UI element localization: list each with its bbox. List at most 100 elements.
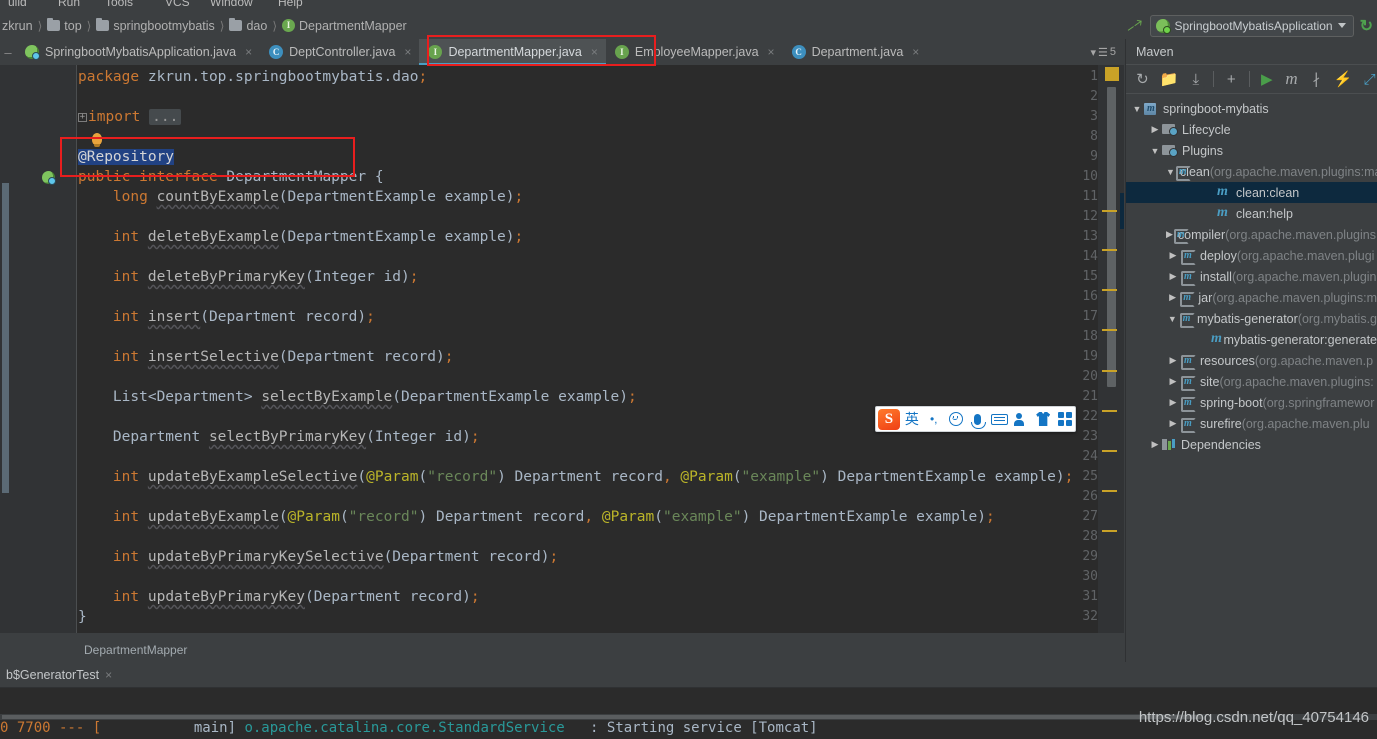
twisty-icon[interactable]: ▼ xyxy=(1148,146,1162,156)
warning-marker xyxy=(1102,530,1117,532)
maven-tree-row[interactable]: ▶ Dependencies xyxy=(1126,434,1377,455)
maven-tree-row[interactable]: clean:clean xyxy=(1126,182,1377,203)
inspection-status-icon[interactable] xyxy=(1105,67,1119,81)
twisty-icon[interactable]: ▶ xyxy=(1148,124,1162,135)
fold-icon[interactable]: + xyxy=(78,112,87,122)
code-text[interactable]: package zkrun.top.springbootmybatis.dao;… xyxy=(78,65,1098,633)
editor-breadcrumb-bar: DepartmentMapper xyxy=(0,637,1124,662)
scrollbar-thumb[interactable] xyxy=(1107,87,1116,387)
twisty-icon[interactable]: ▼ xyxy=(1166,314,1179,324)
breadcrumb-item-top[interactable]: top xyxy=(45,18,83,33)
maven-tree-row[interactable]: ▶ deploy (org.apache.maven.plugi xyxy=(1126,245,1377,266)
maven-tree-row[interactable]: ▼clean (org.apache.maven.plugins:maven-c… xyxy=(1126,161,1377,182)
add-maven-project-icon[interactable]: + xyxy=(1224,70,1239,89)
maven-tree-row[interactable]: ▶ install (org.apache.maven.plugin xyxy=(1126,266,1377,287)
maven-tree-row[interactable]: ▶ Lifecycle xyxy=(1126,119,1377,140)
breadcrumb-separator: ⟩ xyxy=(272,18,278,33)
download-sources-icon[interactable]: ⤓ xyxy=(1188,70,1203,89)
reimport-icon[interactable]: ↻ xyxy=(1135,70,1150,89)
breadcrumb-item-dao[interactable]: dao xyxy=(227,18,269,33)
twisty-icon[interactable]: ▶ xyxy=(1166,271,1180,282)
punctuation-button[interactable]: •, xyxy=(924,409,944,429)
code-line-21: List<Department> selectByExample(Departm… xyxy=(78,389,637,405)
twisty-icon[interactable]: ▶ xyxy=(1166,418,1180,429)
maven-tree-row[interactable]: clean:help xyxy=(1126,203,1377,224)
breadcrumb-item-departmentmapper[interactable]: I DepartmentMapper xyxy=(280,19,409,33)
twisty-icon[interactable]: ▶ xyxy=(1166,355,1180,366)
close-icon[interactable]: × xyxy=(245,45,252,59)
rerun-icon[interactable]: ↻ xyxy=(1360,16,1373,36)
twisty-icon[interactable]: ▼ xyxy=(1130,104,1144,114)
collapse-icon[interactable]: – xyxy=(0,39,16,65)
run-tab-generatortest[interactable]: b$GeneratorTest × xyxy=(0,668,118,682)
close-icon[interactable]: × xyxy=(404,45,411,59)
menu-item-vcs[interactable]: VCS xyxy=(165,0,190,9)
user-center-button[interactable] xyxy=(1011,409,1031,429)
maven-tree-row[interactable]: ▼ Plugins xyxy=(1126,140,1377,161)
maven-tree-row[interactable]: ▶ compiler (org.apache.maven.plugins: xyxy=(1126,224,1377,245)
language-mode-button[interactable]: 英 xyxy=(902,409,922,429)
tab-departmentmapper[interactable]: I DepartmentMapper.java × xyxy=(419,39,607,65)
twisty-icon[interactable]: ▶ xyxy=(1166,376,1180,387)
skin-button[interactable] xyxy=(1033,409,1053,429)
tab-deptcontroller[interactable]: C DeptController.java × xyxy=(260,39,420,65)
tab-employeemapper[interactable]: I EmployeeMapper.java × xyxy=(605,39,783,65)
twisty-icon[interactable]: ▶ xyxy=(1148,439,1162,450)
maven-goal-icon xyxy=(1210,331,1221,347)
maven-tree-row[interactable]: ▶ jar (org.apache.maven.plugins:m xyxy=(1126,287,1377,308)
spring-bean-gutter-icon[interactable] xyxy=(42,171,56,185)
twisty-icon[interactable]: ▶ xyxy=(1166,292,1179,303)
warning-marker xyxy=(1102,210,1117,212)
execute-maven-goal-icon[interactable]: m xyxy=(1284,69,1299,89)
toolbox-button[interactable] xyxy=(1055,409,1075,429)
twisty-icon[interactable]: ▶ xyxy=(1166,229,1173,240)
maven-node-label: clean:clean xyxy=(1236,185,1300,200)
scrollbar-thumb[interactable] xyxy=(2,715,1202,719)
sogou-ime-toolbar[interactable]: S 英 •, xyxy=(875,406,1076,432)
maven-tree-row[interactable]: ▶ surefire (org.apache.maven.plu xyxy=(1126,413,1377,434)
run-configuration-selector[interactable]: SpringbootMybatisApplication xyxy=(1149,14,1354,37)
maven-tree-row[interactable]: ▼ springboot-mybatis xyxy=(1126,98,1377,119)
selected-annotation: @Repository xyxy=(78,149,175,165)
maven-tree-row[interactable]: mybatis-generator:generate xyxy=(1126,329,1377,350)
close-icon[interactable]: × xyxy=(768,45,775,59)
twisty-icon[interactable]: ▶ xyxy=(1166,397,1180,408)
generate-sources-icon[interactable]: 📁 xyxy=(1160,70,1179,89)
twisty-icon[interactable]: ▶ xyxy=(1166,250,1180,261)
code-line-31: int updateByPrimaryKey(Department record… xyxy=(112,589,480,605)
menu-item-help[interactable]: Help xyxy=(278,0,303,9)
maven-tree-row[interactable]: ▶ resources (org.apache.maven.p xyxy=(1126,350,1377,371)
run-maven-build-icon[interactable]: ▶ xyxy=(1259,70,1274,89)
maven-tree-row[interactable]: ▶ site (org.apache.maven.plugins: xyxy=(1126,371,1377,392)
toggle-skip-tests-icon[interactable]: ∤ xyxy=(1309,70,1324,89)
close-icon[interactable]: × xyxy=(591,45,598,59)
tab-overflow-button[interactable]: ▾ ☰ 5 xyxy=(1090,39,1124,65)
close-icon[interactable]: × xyxy=(912,45,919,59)
maven-tree-row[interactable]: ▼ mybatis-generator (org.mybatis.g xyxy=(1126,308,1377,329)
maven-tree-row[interactable]: ▶ spring-boot (org.springframewor xyxy=(1126,392,1377,413)
tab-springbootmybatisapplication[interactable]: SpringbootMybatisApplication.java × xyxy=(16,39,261,65)
menu-item-build[interactable]: uild xyxy=(8,0,27,9)
menu-item-window[interactable]: Window xyxy=(210,0,253,9)
voice-input-button[interactable] xyxy=(968,409,988,429)
editor-gutter[interactable] xyxy=(12,65,76,633)
close-icon[interactable]: × xyxy=(105,668,112,682)
editor-markup-scrollbar[interactable] xyxy=(1098,65,1124,633)
folded-imports[interactable]: ... xyxy=(149,109,182,125)
menu-item-run[interactable]: Run xyxy=(58,0,80,9)
soft-keyboard-button[interactable] xyxy=(989,409,1009,429)
maven-project-tree[interactable]: ▼springboot-mybatis▶Lifecycle▼Plugins▼cl… xyxy=(1126,94,1377,654)
back-arrow-icon[interactable]: ⤍ xyxy=(1121,12,1146,38)
breadcrumb-item-springbootmybatis[interactable]: springbootmybatis xyxy=(94,18,216,33)
emoji-button[interactable] xyxy=(946,409,966,429)
sogou-logo-icon[interactable]: S xyxy=(878,408,900,430)
menu-item-tools[interactable]: Tools xyxy=(105,0,133,9)
twisty-icon[interactable]: ▼ xyxy=(1166,167,1175,177)
editor-breadcrumb-label[interactable]: DepartmentMapper xyxy=(84,643,187,657)
breadcrumb-item-zkrun[interactable]: zkrun xyxy=(0,19,35,33)
expand-all-icon[interactable]: ⤢ xyxy=(1362,70,1377,89)
run-tool-window: b$GeneratorTest × 0 7700 --- [ main] o.a… xyxy=(0,662,1377,739)
code-editor[interactable]: 1 2 3 8 9 10 11 12 13 14 15 16 17 18 19 … xyxy=(0,65,1124,633)
toggle-offline-mode-icon[interactable]: ⚡ xyxy=(1334,70,1353,89)
tab-department[interactable]: C Department.java × xyxy=(782,39,928,65)
